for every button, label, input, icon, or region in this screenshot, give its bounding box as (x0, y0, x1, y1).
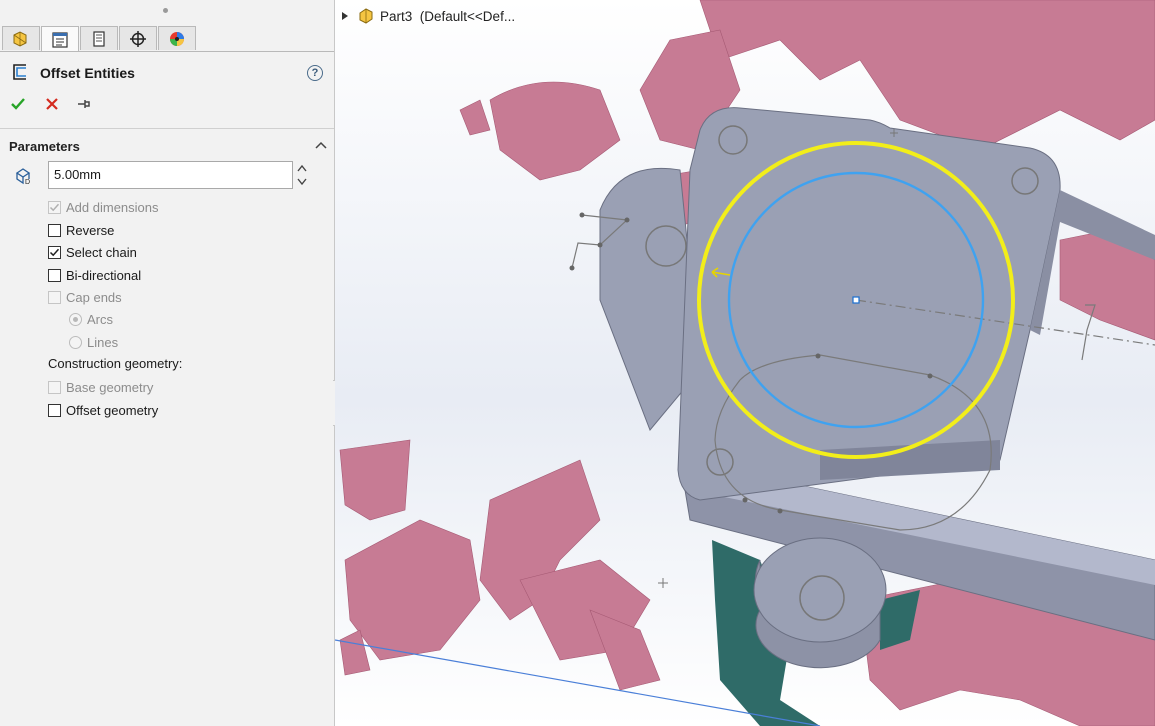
tab-display-manager[interactable] (158, 26, 196, 50)
tab-property-manager[interactable] (41, 26, 79, 52)
tab-feature-manager[interactable] (2, 26, 40, 50)
checkbox-reverse[interactable] (48, 223, 61, 237)
page-title: Offset Entities (40, 65, 135, 81)
option-label: Base geometry (66, 379, 154, 395)
parameters-label: Parameters (9, 139, 80, 154)
property-manager-icon (52, 31, 68, 48)
ok-check-icon[interactable] (10, 96, 26, 112)
help-icon[interactable]: ? (307, 65, 323, 81)
offset-entities-icon (13, 64, 26, 80)
check-icon (49, 203, 60, 211)
checkbox-bi-directional[interactable] (48, 268, 61, 282)
feature-tree-icon (13, 30, 27, 47)
part-name[interactable]: Part3 (Default<<Def... (380, 9, 515, 24)
tab-dimxpert-manager[interactable] (119, 26, 157, 50)
circle-center-point[interactable] (852, 296, 860, 304)
checkbox-select-chain[interactable] (48, 245, 61, 259)
construction-geometry-label: Construction geometry: (48, 355, 183, 371)
boss-face (753, 537, 887, 643)
feature-tree-flyout[interactable]: Part3 (Default<<Def... (340, 6, 515, 26)
radio-label: Lines (87, 334, 119, 350)
checkbox-base-geometry[interactable] (48, 380, 61, 394)
configuration-manager-icon (93, 30, 105, 47)
option-label: Add dimensions (66, 199, 159, 215)
offset-distance-icon: D (15, 168, 31, 186)
crosshair-icon (130, 30, 146, 47)
part-icon (359, 8, 373, 24)
radio-lines-row[interactable]: Lines (69, 333, 118, 351)
panel-grip[interactable] (163, 8, 168, 13)
checkbox-cap-ends[interactable] (48, 290, 61, 304)
radio-label: Arcs (87, 311, 113, 327)
option-reverse[interactable]: Reverse (48, 221, 114, 239)
option-label: Offset geometry (66, 402, 159, 418)
option-add-dimensions[interactable]: Add dimensions (48, 198, 159, 216)
model-view[interactable] (335, 0, 1155, 726)
option-bi-directional[interactable]: Bi-directional (48, 266, 141, 284)
tab-divider (0, 51, 334, 52)
graphics-area[interactable]: Part3 (Default<<Def... (335, 0, 1155, 726)
parameters-group-header[interactable]: Parameters (9, 139, 327, 157)
pm-header: Offset Entities ? (10, 62, 325, 84)
option-select-chain[interactable]: Select chain (48, 243, 137, 261)
check-icon (49, 248, 60, 256)
radio-lines[interactable] (69, 335, 82, 349)
chevron-up-icon[interactable] (315, 141, 327, 149)
radio-arcs-row[interactable]: Arcs (69, 310, 113, 328)
checkbox-offset-geometry[interactable] (48, 403, 61, 417)
option-label: Cap ends (66, 289, 122, 305)
tab-configuration-manager[interactable] (80, 26, 118, 50)
radio-dot (73, 316, 78, 322)
svg-text:D: D (25, 179, 30, 186)
expand-arrow-icon[interactable] (340, 11, 350, 21)
option-cap-ends[interactable]: Cap ends (48, 288, 122, 306)
option-label: Reverse (66, 222, 115, 238)
pushpin-icon[interactable] (76, 96, 92, 112)
cancel-x-icon[interactable] (44, 96, 60, 112)
offset-distance-input[interactable]: 5.00mm (48, 161, 293, 189)
spinner-arrows-icon[interactable] (295, 161, 309, 189)
property-manager-panel: Offset Entities ? Parameters D 5.00mm Ad (0, 0, 335, 726)
radio-arcs[interactable] (69, 312, 82, 326)
checkbox-add-dimensions[interactable] (48, 200, 61, 214)
construction-geometry-label-row: Construction geometry: (48, 354, 182, 372)
option-label: Bi-directional (66, 267, 142, 283)
option-label: Select chain (66, 244, 137, 260)
option-offset-geometry[interactable]: Offset geometry (48, 401, 158, 419)
manager-tabs (2, 26, 197, 52)
appearance-ball-icon (170, 31, 184, 46)
section-divider (0, 128, 334, 129)
option-base-geometry[interactable]: Base geometry (48, 378, 153, 396)
